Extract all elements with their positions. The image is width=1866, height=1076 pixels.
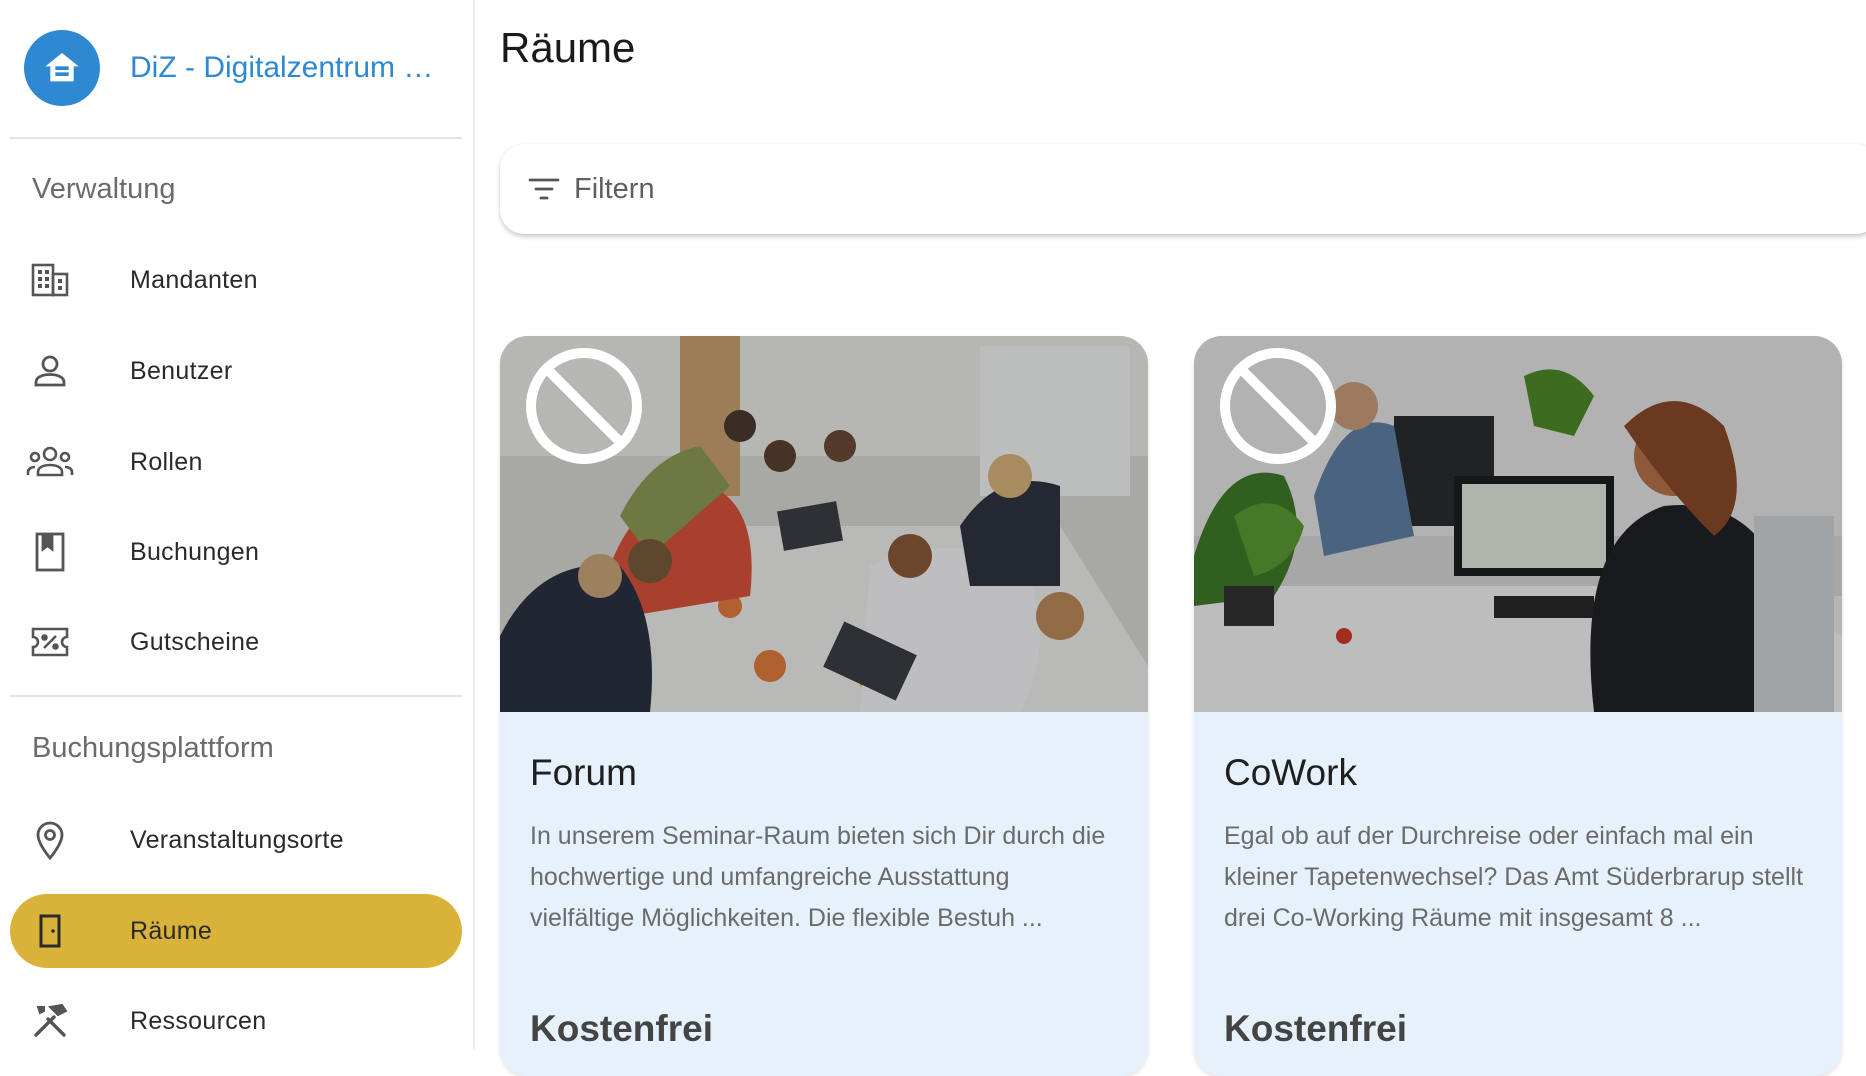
sidebar-item-label: Rollen bbox=[130, 447, 203, 476]
room-title: Forum bbox=[530, 752, 637, 793]
sidebar-item-label: Benutzer bbox=[130, 356, 233, 385]
sidebar-item-veranstaltungsorte[interactable]: Veranstaltungsorte bbox=[10, 803, 462, 877]
sidebar-item-label: Mandanten bbox=[130, 265, 258, 294]
sidebar-item-label: Veranstaltungsorte bbox=[130, 825, 344, 854]
page-title: Räume bbox=[500, 24, 636, 71]
brand[interactable]: DiZ - Digitalzentrum Süderbrarup bbox=[24, 30, 450, 106]
group-icon bbox=[24, 436, 76, 488]
unavailable-icon bbox=[1220, 348, 1336, 464]
sidebar-item-ressourcen[interactable]: Ressourcen bbox=[10, 984, 462, 1058]
sidebar-item-rollen[interactable]: Rollen bbox=[10, 425, 462, 499]
sidebar-item-label: Gutscheine bbox=[130, 627, 260, 656]
filter-bar[interactable]: Filtern bbox=[500, 144, 1866, 234]
person-icon bbox=[24, 345, 76, 397]
sidebar-item-buchungen[interactable]: Buchungen bbox=[10, 515, 462, 589]
building-icon bbox=[24, 254, 76, 306]
room-price: Kostenfrei bbox=[530, 1008, 713, 1049]
room-image bbox=[500, 336, 1148, 712]
section-title-buchungsplattform: Buchungsplattform bbox=[32, 732, 274, 764]
sidebar: DiZ - Digitalzentrum Süderbrarup Verwalt… bbox=[0, 0, 475, 1050]
room-price: Kostenfrei bbox=[1224, 1008, 1407, 1049]
sidebar-divider bbox=[10, 137, 462, 139]
sidebar-item-raeume[interactable]: Räume bbox=[10, 894, 462, 968]
room-card-forum[interactable]: Forum In unserem Seminar-Raum bieten sic… bbox=[500, 336, 1148, 1076]
tools-icon bbox=[24, 995, 76, 1047]
sidebar-item-label: Räume bbox=[130, 916, 213, 945]
sidebar-divider bbox=[10, 695, 462, 697]
filter-label: Filtern bbox=[574, 172, 655, 205]
sidebar-item-gutscheine[interactable]: Gutscheine bbox=[10, 605, 462, 679]
filter-icon bbox=[526, 171, 562, 207]
sidebar-item-benutzer[interactable]: Benutzer bbox=[10, 334, 462, 408]
room-image bbox=[1194, 336, 1842, 712]
room-card-cowork[interactable]: CoWork Egal ob auf der Durchreise oder e… bbox=[1194, 336, 1842, 1076]
section-title-verwaltung: Verwaltung bbox=[32, 173, 176, 205]
home-icon bbox=[24, 30, 100, 106]
door-icon bbox=[24, 905, 76, 957]
voucher-icon bbox=[24, 616, 76, 668]
brand-title: DiZ - Digitalzentrum Süderbrarup bbox=[130, 51, 450, 84]
room-description: In unserem Seminar-Raum bieten sich Dir … bbox=[530, 822, 1106, 932]
unavailable-icon bbox=[526, 348, 642, 464]
location-pin-icon bbox=[24, 814, 76, 866]
sidebar-item-label: Ressourcen bbox=[130, 1006, 267, 1035]
sidebar-item-mandanten[interactable]: Mandanten bbox=[10, 243, 462, 317]
room-description: Egal ob auf der Durchreise oder einfach … bbox=[1224, 822, 1804, 932]
room-title: CoWork bbox=[1224, 752, 1357, 793]
bookmark-icon bbox=[24, 526, 76, 578]
sidebar-item-label: Buchungen bbox=[130, 537, 260, 566]
